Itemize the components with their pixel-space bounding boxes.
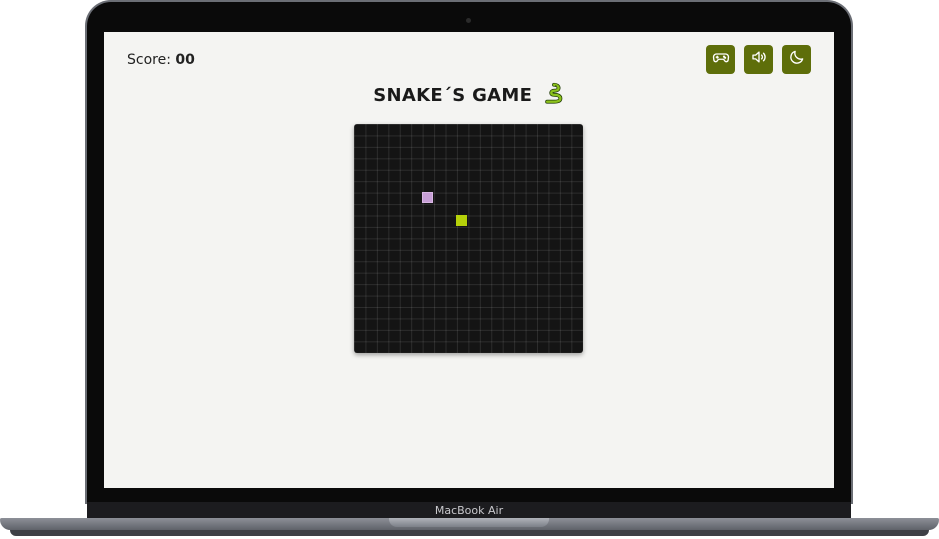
- webcam: [466, 18, 471, 23]
- laptop-screen: Score: 00 SNAKE´S GAME: [104, 32, 834, 488]
- moon-icon: [788, 48, 806, 71]
- game-title: SNAKE´S GAME: [104, 82, 834, 109]
- score-label: Score:: [127, 52, 176, 68]
- volume-icon: [750, 48, 768, 71]
- score-value: 00: [175, 52, 195, 68]
- snake-head: [456, 215, 467, 226]
- laptop-notch: [389, 518, 549, 527]
- snake-icon: [543, 82, 565, 109]
- gamepad-icon: [712, 48, 730, 71]
- dark-mode-button[interactable]: [782, 45, 811, 74]
- score-display: Score: 00: [127, 52, 195, 68]
- model-label: MacBook Air: [434, 503, 504, 517]
- laptop-base-bottom: [10, 530, 929, 536]
- controls-button[interactable]: [706, 45, 735, 74]
- game-title-text: SNAKE´S GAME: [373, 85, 533, 106]
- laptop-mockup: Score: 00 SNAKE´S GAME MacBook Air: [0, 0, 939, 539]
- control-buttons: [706, 45, 811, 74]
- food-cell: [422, 192, 433, 203]
- laptop-hinge: MacBook Air: [87, 502, 851, 518]
- sound-button[interactable]: [744, 45, 773, 74]
- game-board[interactable]: [354, 124, 583, 353]
